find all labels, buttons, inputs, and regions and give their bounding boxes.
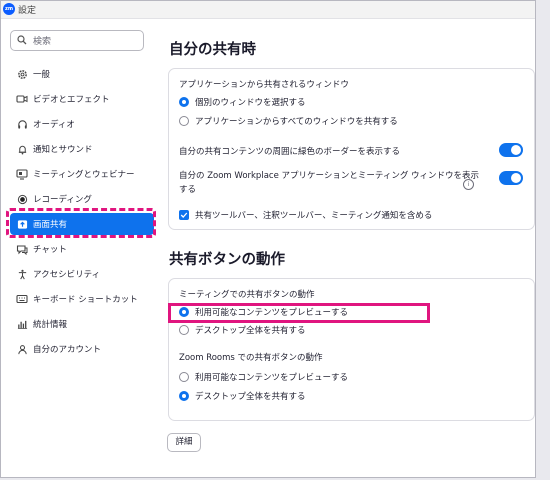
radio-selected[interactable] bbox=[179, 307, 189, 317]
chat-icon bbox=[15, 242, 29, 256]
radio-selected[interactable] bbox=[179, 391, 189, 401]
stats-icon bbox=[15, 317, 29, 331]
video-icon bbox=[15, 92, 29, 106]
rooms-option-preview[interactable]: 利用可能なコンテンツをプレビューする bbox=[179, 371, 348, 383]
sidebar-item-meetings[interactable]: ミーティングとウェビナー bbox=[10, 163, 154, 185]
gear-icon bbox=[15, 67, 29, 81]
settings-window: zm 設定 一般 ビデオとエフェクト bbox=[0, 0, 536, 478]
keyboard-icon bbox=[15, 292, 29, 306]
sidebar-item-recording[interactable]: レコーディング bbox=[10, 188, 154, 210]
rooms-share-label: Zoom Rooms での共有ボタンの動作 bbox=[179, 353, 323, 363]
green-border-toggle[interactable] bbox=[499, 143, 523, 157]
rooms-option-desktop[interactable]: デスクトップ全体を共有する bbox=[179, 390, 306, 402]
account-icon bbox=[15, 342, 29, 356]
sidebar-item-label: キーボード ショートカット bbox=[33, 295, 138, 305]
meeting-option-desktop[interactable]: デスクトップ全体を共有する bbox=[179, 324, 306, 336]
zoom-workplace-label: 自分の Zoom Workplace アプリケーションとミーティング ウィンドウ… bbox=[179, 171, 480, 181]
info-icon[interactable]: i bbox=[463, 179, 474, 190]
sidebar-item-label: ミーティングとウェビナー bbox=[33, 170, 135, 180]
section-title-my-share: 自分の共有時 bbox=[169, 42, 256, 58]
radio-unselected[interactable] bbox=[179, 372, 189, 382]
search-box[interactable] bbox=[10, 30, 144, 51]
settings-content: 自分の共有時 アプリケーションから共有されるウィンドウ 個別のウィンドウを選択す… bbox=[161, 19, 535, 477]
sidebar-item-label: 一般 bbox=[33, 70, 51, 80]
sidebar-item-label: チャット bbox=[33, 245, 67, 255]
sidebar-item-accessibility[interactable]: アクセシビリティ bbox=[10, 263, 154, 285]
green-border-label: 自分の共有コンテンツの周囲に緑色のボーダーを表示する bbox=[179, 147, 401, 157]
checkbox-checked[interactable] bbox=[179, 210, 189, 220]
bell-icon bbox=[15, 142, 29, 156]
sidebar-item-label: オーディオ bbox=[33, 120, 75, 130]
radio-unselected[interactable] bbox=[179, 325, 189, 335]
sidebar-item-label: 画面共有 bbox=[33, 220, 68, 230]
sidebar-item-video[interactable]: ビデオとエフェクト bbox=[10, 88, 154, 110]
sidebar-item-account[interactable]: 自分のアカウント bbox=[10, 338, 154, 360]
meeting-icon bbox=[15, 167, 29, 181]
search-input[interactable] bbox=[31, 33, 143, 50]
sidebar-item-notifications[interactable]: 通知とサウンド bbox=[10, 138, 154, 160]
sidebar-item-statistics[interactable]: 統計情報 bbox=[10, 313, 154, 335]
sidebar-item-audio[interactable]: オーディオ bbox=[10, 113, 154, 135]
accessibility-icon bbox=[15, 267, 29, 281]
sidebar-item-keyboard[interactable]: キーボード ショートカット bbox=[10, 288, 154, 310]
radio-selected[interactable] bbox=[179, 97, 189, 107]
meeting-share-label: ミーティングでの共有ボタンの動作 bbox=[179, 290, 315, 300]
section-title-share-button: 共有ボタンの動作 bbox=[169, 252, 285, 268]
window-group-label: アプリケーションから共有されるウィンドウ bbox=[179, 80, 349, 90]
sidebar-item-label: ビデオとエフェクト bbox=[33, 95, 110, 105]
zoom-app-icon: zm bbox=[3, 3, 15, 15]
option-all-windows[interactable]: アプリケーションからすべてのウィンドウを共有する bbox=[179, 115, 398, 127]
my-share-card: アプリケーションから共有されるウィンドウ 個別のウィンドウを選択する アプリケー… bbox=[168, 68, 535, 230]
search-icon bbox=[17, 35, 27, 45]
share-button-card: ミーティングでの共有ボタンの動作 利用可能なコンテンツをプレビューする デスクト… bbox=[168, 278, 535, 421]
sidebar: 一般 ビデオとエフェクト オーディオ 通知とサウンド bbox=[1, 19, 161, 477]
sidebar-item-general[interactable]: 一般 bbox=[10, 63, 154, 85]
sidebar-item-label: アクセシビリティ bbox=[33, 270, 101, 280]
sidebar-item-chat[interactable]: チャット bbox=[10, 238, 154, 260]
share-screen-icon bbox=[15, 217, 29, 231]
zoom-workplace-label-cont: する bbox=[179, 185, 197, 195]
details-button[interactable]: 詳細 bbox=[167, 433, 201, 452]
sidebar-item-label: レコーディング bbox=[33, 195, 92, 205]
meeting-option-preview[interactable]: 利用可能なコンテンツをプレビューする bbox=[179, 306, 348, 318]
title-bar: zm 設定 bbox=[1, 1, 535, 19]
headphones-icon bbox=[15, 117, 29, 131]
sidebar-item-screen-share[interactable]: 画面共有 bbox=[10, 213, 154, 235]
sidebar-item-label: 自分のアカウント bbox=[33, 345, 102, 355]
sidebar-item-label: 統計情報 bbox=[33, 320, 68, 330]
zoom-workplace-toggle[interactable] bbox=[499, 171, 523, 185]
radio-unselected[interactable] bbox=[179, 116, 189, 126]
include-toolbar-option[interactable]: 共有ツールバー、注釈ツールバー、ミーティング通知を含める bbox=[179, 209, 432, 221]
window-title: 設定 bbox=[18, 6, 37, 16]
sidebar-item-label: 通知とサウンド bbox=[33, 145, 93, 155]
record-icon bbox=[15, 192, 29, 206]
option-individual-window[interactable]: 個別のウィンドウを選択する bbox=[179, 96, 306, 108]
